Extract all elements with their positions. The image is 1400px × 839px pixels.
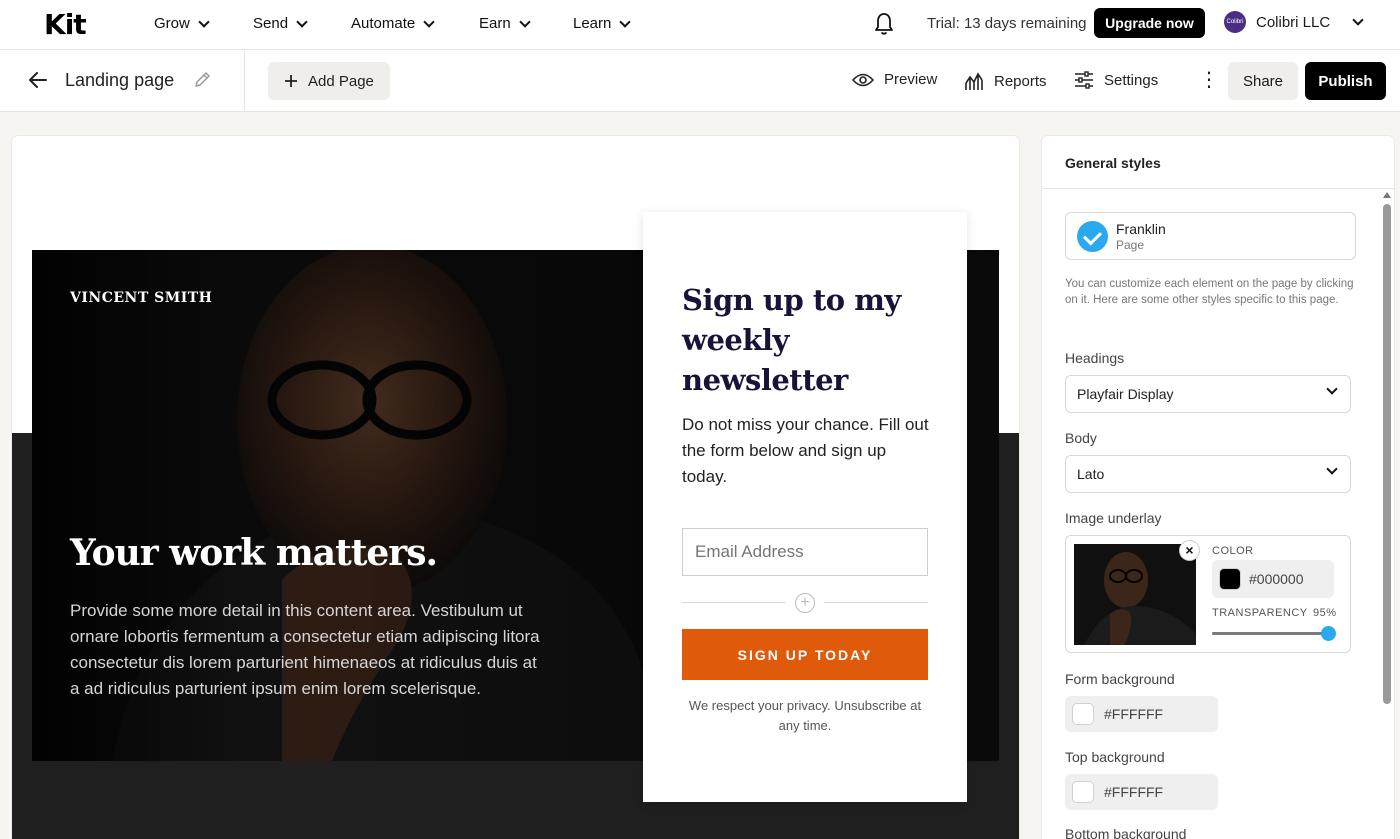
theme-name: Franklin [1116,221,1166,237]
scrollbar[interactable] [1383,204,1391,704]
trial-status: Trial: 13 days remaining [927,15,1087,32]
transparency-slider[interactable] [1212,626,1336,641]
transparency-value: 95% [1313,607,1337,619]
chevron-down-icon [1326,463,1338,475]
page-title[interactable]: Landing page [65,70,174,91]
body-font-select[interactable]: Lato [1065,455,1351,493]
nav-send[interactable]: Send [253,15,308,32]
slider-fill [1212,632,1328,635]
color-swatch[interactable] [1219,568,1241,590]
nav-label: Earn [479,15,511,32]
plus-circle-icon[interactable]: + [795,593,815,613]
headings-font-select[interactable]: Playfair Display [1065,375,1351,413]
close-icon[interactable]: × [1179,540,1200,561]
chevron-down-icon [1352,14,1364,26]
privacy-text[interactable]: We respect your privacy. Unsubscribe at … [682,696,928,736]
sliders-icon [1075,71,1093,89]
account-menu[interactable]: Colibri Colibri LLC [1224,11,1364,33]
hero-body-text[interactable]: Provide some more detail in this content… [70,598,540,702]
underlay-color-field[interactable]: #000000 [1212,560,1334,598]
form-title[interactable]: Sign up to my weekly newsletter [682,280,932,400]
top-bg-field[interactable]: #FFFFFF [1065,774,1218,810]
bell-icon[interactable] [874,12,894,36]
email-field[interactable] [682,528,928,576]
settings-button[interactable]: Settings [1074,71,1158,89]
image-underlay-box: × COLOR #000000 TRANSPARENCY 95% [1065,535,1351,653]
upgrade-button[interactable]: Upgrade now [1094,8,1205,38]
settings-label: Settings [1104,71,1159,89]
avatar: Colibri [1224,11,1246,33]
signup-form-card[interactable]: Sign up to my weekly newsletter Do not m… [643,212,967,802]
bottom-bg-label: Bottom background [1065,826,1187,839]
form-bg-field[interactable]: #FFFFFF [1065,696,1218,732]
panel-title: General styles [1065,155,1161,171]
body-font-value: Lato [1077,466,1105,482]
publish-button[interactable]: Publish [1305,62,1386,100]
add-page-button[interactable]: Add Page [268,62,390,100]
panel-header: General styles [1042,136,1394,189]
nav-earn[interactable]: Earn [479,15,531,32]
color-label: COLOR [1212,545,1254,557]
kebab-icon[interactable]: ⋮ [1199,70,1219,90]
chevron-down-icon [519,15,531,28]
divider [824,602,928,603]
nav-label: Automate [351,15,416,32]
form-description[interactable]: Do not miss your chance. Fill out the fo… [682,412,932,490]
chevron-down-icon [296,15,308,28]
divider [682,602,786,603]
styles-panel: General styles Franklin Page You can cus… [1042,136,1394,839]
chevron-down-icon [423,15,435,28]
editor-toolbar: Landing page Add Page Preview Reports Se… [0,50,1400,112]
hero-headline[interactable]: Your work matters. [70,532,438,574]
chevron-down-icon [619,15,632,28]
account-name: Colibri LLC [1256,13,1331,31]
author-name[interactable]: VINCENT SMITH [70,290,212,306]
toolbar-divider [244,50,245,112]
scroll-up-arrow[interactable] [1383,192,1391,198]
theme-type: Page [1116,238,1145,252]
page-canvas: VINCENT SMITH Your work matters. Provide… [12,136,1019,839]
reports-label: Reports [994,72,1047,90]
plus-icon [285,75,297,87]
preview-label: Preview [884,71,938,88]
kit-logo[interactable]: Kit [44,8,87,41]
nav-label: Send [253,15,289,32]
underlay-thumbnail[interactable] [1074,544,1196,645]
top-bg-value: #FFFFFF [1104,784,1164,800]
reports-button[interactable]: Reports [964,71,1047,91]
nav-grow[interactable]: Grow [154,15,210,32]
check-icon [1077,221,1108,252]
color-swatch[interactable] [1072,703,1094,725]
theme-selector[interactable]: Franklin Page [1065,212,1356,260]
underlay-color-value: #000000 [1249,571,1304,587]
color-swatch[interactable] [1072,781,1094,803]
nav-label: Grow [154,15,190,32]
nav-automate[interactable]: Automate [351,15,435,32]
body-label: Body [1065,430,1097,446]
nav-label: Learn [573,15,612,32]
eye-icon [852,73,874,86]
arrow-left-icon[interactable] [28,70,48,90]
chevron-down-icon [198,15,210,28]
form-bg-value: #FFFFFF [1104,706,1164,722]
help-text: You can customize each element on the pa… [1065,278,1354,306]
form-bg-label: Form background [1065,671,1175,687]
chart-icon [965,72,983,90]
share-button[interactable]: Share [1228,62,1298,100]
pencil-icon[interactable] [193,71,211,89]
signup-button[interactable]: SIGN UP TODAY [682,629,928,680]
top-bg-label: Top background [1065,749,1165,765]
slider-handle[interactable] [1320,626,1336,641]
preview-button[interactable]: Preview [852,71,937,88]
headings-label: Headings [1065,350,1125,366]
underlay-label: Image underlay [1065,510,1162,526]
nav-learn[interactable]: Learn [573,15,632,32]
headings-font-value: Playfair Display [1077,386,1174,402]
top-nav: Kit Grow Send Automate Earn Learn Trial:… [0,0,1400,50]
add-page-label: Add Page [308,72,374,90]
chevron-down-icon [1326,383,1338,395]
transparency-label: TRANSPARENCY [1212,607,1308,619]
thumbnail-image [1074,544,1196,645]
